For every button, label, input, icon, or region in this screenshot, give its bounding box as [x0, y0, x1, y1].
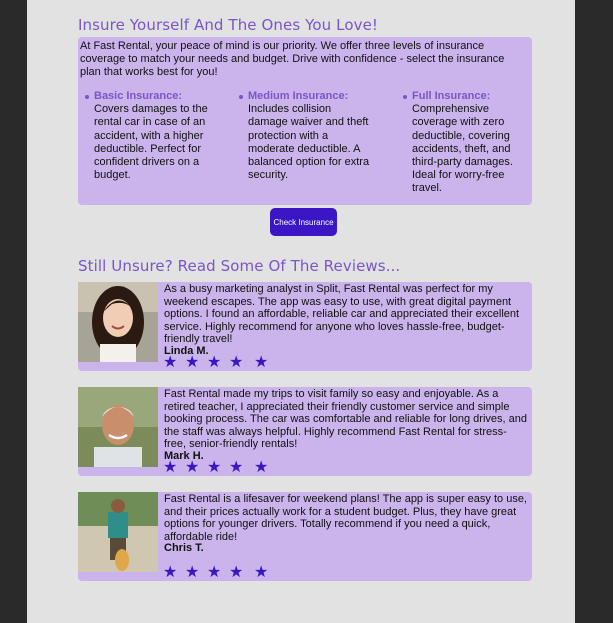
rating-stars: ★ ★ ★ ★ ★ — [163, 457, 276, 477]
star-icon: ★ — [254, 459, 269, 476]
rating-stars: ★ ★ ★ ★ ★ — [163, 562, 276, 582]
insurance-tier-basic: Basic Insurance: Covers damages to the r… — [85, 90, 216, 182]
star-icon: ★ — [207, 459, 222, 476]
review-text: Fast Rental made my trips to visit famil… — [164, 388, 527, 450]
insurance-tier-full: Full Insurance: Comprehensive coverage w… — [403, 90, 524, 196]
tier-title: Basic Insurance: — [94, 90, 183, 102]
bullet-icon — [239, 95, 243, 99]
review-card: Fast Rental is a lifesaver for weekend p… — [78, 492, 532, 581]
rating-stars: ★ ★ ★ ★ ★ — [163, 352, 276, 372]
tier-title: Full Insurance: — [412, 90, 491, 102]
bullet-icon — [403, 95, 407, 99]
review-text: Fast Rental is a lifesaver for weekend p… — [164, 493, 527, 543]
star-icon: ★ — [207, 564, 222, 581]
bullet-icon — [85, 95, 89, 99]
insurance-heading: Insure Yourself And The Ones You Love! — [78, 16, 379, 34]
star-icon: ★ — [185, 564, 200, 581]
reviews-heading: Still Unsure? Read Some Of The Reviews..… — [78, 257, 401, 275]
insurance-card: At Fast Rental, your peace of mind is ou… — [78, 37, 532, 205]
star-icon: ★ — [254, 564, 269, 581]
review-card: Fast Rental made my trips to visit famil… — [78, 387, 532, 476]
star-icon: ★ — [185, 354, 200, 371]
reviewer-photo — [78, 387, 158, 467]
reviewer-photo — [78, 282, 158, 362]
review-card: As a busy marketing analyst in Split, Fa… — [78, 282, 532, 371]
page-content: Insure Yourself And The Ones You Love! A… — [27, 0, 575, 623]
star-icon: ★ — [163, 564, 178, 581]
tier-description: Comprehensive coverage with zero deducti… — [412, 103, 513, 195]
star-icon: ★ — [254, 354, 269, 371]
star-icon: ★ — [163, 354, 178, 371]
insurance-tier-medium: Medium Insurance: Includes collision dam… — [239, 90, 370, 182]
tier-description: Covers damages to the rental car in case… — [94, 103, 208, 182]
tier-title: Medium Insurance: — [248, 90, 349, 102]
star-icon: ★ — [163, 459, 178, 476]
tier-description: Includes collision damage waiver and the… — [248, 103, 370, 182]
insurance-intro: At Fast Rental, your peace of mind is ou… — [80, 40, 505, 78]
review-text: As a busy marketing analyst in Split, Fa… — [164, 283, 520, 345]
reviewer-photo — [78, 492, 158, 572]
star-icon: ★ — [185, 459, 200, 476]
check-insurance-button[interactable]: Check Insurance — [270, 208, 337, 236]
star-icon: ★ — [207, 354, 222, 371]
star-icon: ★ — [229, 354, 244, 371]
star-icon: ★ — [229, 564, 244, 581]
star-icon: ★ — [229, 459, 244, 476]
reviewer-name: Chris T. — [164, 542, 204, 554]
